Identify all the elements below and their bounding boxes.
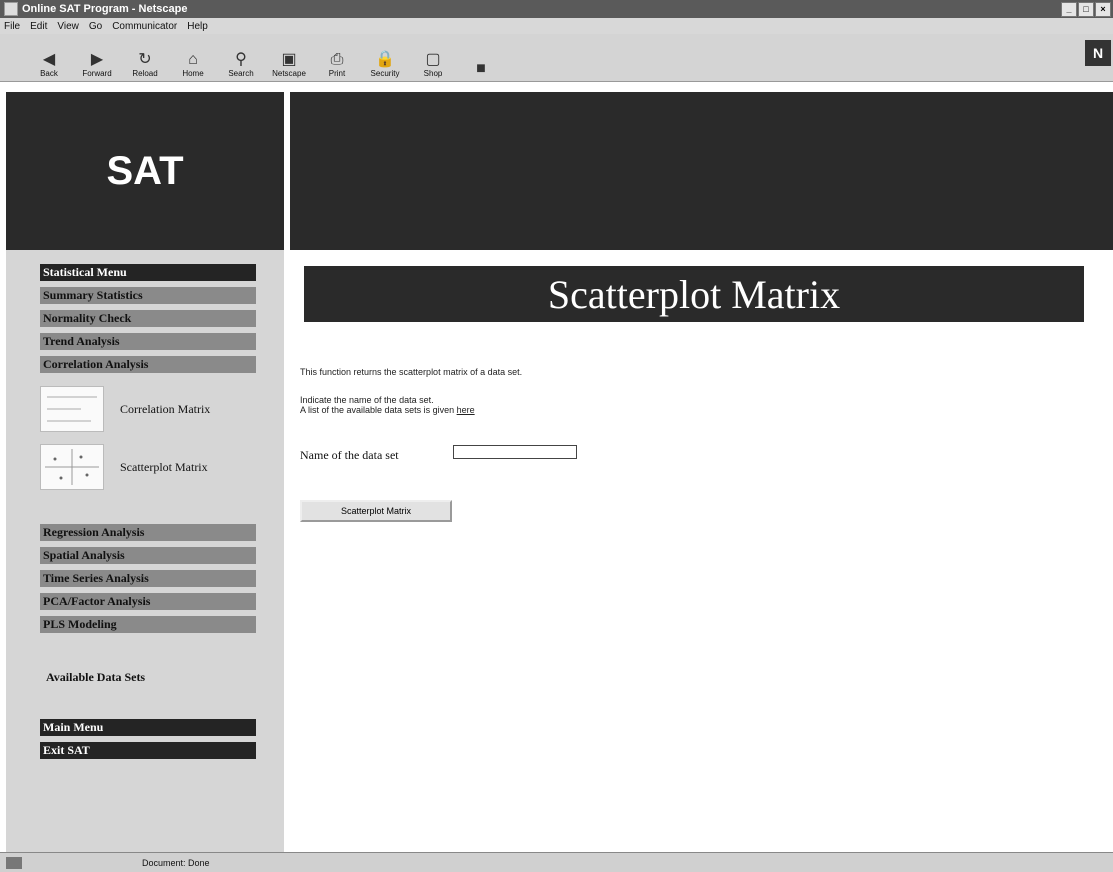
sidebar: Statistical Menu Summary Statistics Norm… <box>6 250 284 852</box>
menu-view[interactable]: View <box>57 21 79 32</box>
scatterplot-matrix-submit-button[interactable]: Scatterplot Matrix <box>300 500 452 522</box>
available-data-sets-link[interactable]: Available Data Sets <box>46 670 145 685</box>
search-icon: ⚲ <box>235 51 247 68</box>
netscape-logo[interactable]: N <box>1085 40 1111 66</box>
menu-bar: File Edit View Go Communicator Help <box>0 18 1113 34</box>
function-description: This function returns the scatterplot ma… <box>300 367 523 377</box>
page-content: SAT Statistical Menu Summary Statistics … <box>0 82 1113 852</box>
reload-button[interactable]: ↻ Reload <box>124 39 166 81</box>
sub-item-correlation-matrix[interactable]: Correlation Matrix <box>40 384 260 434</box>
window-title: Online SAT Program - Netscape <box>22 3 188 15</box>
sat-logo: SAT <box>6 92 284 250</box>
status-bar: Document: Done <box>0 852 1113 872</box>
home-button[interactable]: ⌂ Home <box>172 39 214 81</box>
security-icon: 🔒 <box>375 51 395 68</box>
main-menu-link[interactable]: Main Menu <box>40 719 256 736</box>
back-arrow-icon: ◀ <box>42 51 56 68</box>
menu-communicator[interactable]: Communicator <box>112 21 177 32</box>
page-title: Scatterplot Matrix <box>304 266 1084 322</box>
menu-edit[interactable]: Edit <box>30 21 47 32</box>
print-button[interactable]: ⎙ Print <box>316 39 358 81</box>
stop-icon: ■ <box>476 60 486 77</box>
menu-file[interactable]: File <box>4 21 20 32</box>
data-list-text: A list of the available data sets is giv… <box>300 405 475 415</box>
data-list-link[interactable]: here <box>457 405 475 415</box>
connection-status-icon <box>6 856 22 869</box>
exit-sat-link[interactable]: Exit SAT <box>40 742 256 759</box>
sidebar-item-pca-factor-analysis[interactable]: PCA/Factor Analysis <box>40 593 256 610</box>
correlation-matrix-thumbnail <box>40 386 104 432</box>
correlation-matrix-thumb-graphic <box>47 396 97 422</box>
forward-button[interactable]: ▶ Forward <box>76 39 118 81</box>
sidebar-item-pls-modeling[interactable]: PLS Modeling <box>40 616 256 633</box>
forward-arrow-icon: ▶ <box>90 51 104 68</box>
back-button[interactable]: ◀ Back <box>28 39 70 81</box>
statistical-menu-title: Statistical Menu <box>40 264 256 281</box>
sub-item-scatterplot-matrix[interactable]: Scatterplot Matrix <box>40 442 260 492</box>
navigation-toolbar: ◀ Back ▶ Forward ↻ Reload ⌂ Home ⚲ Search ▣ Ne… <box>0 34 1113 82</box>
status-text: Document: Done <box>142 857 210 868</box>
window-title-bar: Online SAT Program - Netscape _ □ × <box>0 0 1113 18</box>
security-button[interactable]: 🔒 Security <box>364 39 406 81</box>
menu-help[interactable]: Help <box>187 21 208 32</box>
dataset-name-label: Name of the data set <box>300 448 399 462</box>
maximize-button[interactable]: □ <box>1078 2 1094 17</box>
menu-go[interactable]: Go <box>89 21 102 32</box>
sidebar-item-normality-check[interactable]: Normality Check <box>40 310 256 327</box>
shop-button[interactable]: ▢ Shop <box>412 39 454 81</box>
dataset-name-input[interactable] <box>453 445 577 459</box>
browser-app-icon <box>4 2 18 16</box>
minimize-button[interactable]: _ <box>1061 2 1077 17</box>
home-icon: ⌂ <box>188 51 198 68</box>
sidebar-item-summary-statistics[interactable]: Summary Statistics <box>40 287 256 304</box>
sub-item-label: Scatterplot Matrix <box>120 459 208 474</box>
header-banner <box>290 92 1113 250</box>
stop-button[interactable]: ■ <box>460 39 502 81</box>
sidebar-item-correlation-analysis[interactable]: Correlation Analysis <box>40 356 256 373</box>
sidebar-item-time-series-analysis[interactable]: Time Series Analysis <box>40 570 256 587</box>
instruction-text: Indicate the name of the data set. <box>300 395 434 405</box>
netscape-icon: ▣ <box>281 51 297 68</box>
close-button[interactable]: × <box>1095 2 1111 17</box>
sidebar-item-trend-analysis[interactable]: Trend Analysis <box>40 333 256 350</box>
reload-icon: ↻ <box>138 51 152 68</box>
netscape-button[interactable]: ▣ Netscape <box>268 39 310 81</box>
search-button[interactable]: ⚲ Search <box>220 39 262 81</box>
sidebar-item-regression-analysis[interactable]: Regression Analysis <box>40 524 256 541</box>
scatterplot-matrix-thumbnail <box>40 444 104 490</box>
sub-item-label: Correlation Matrix <box>120 401 211 416</box>
shop-icon: ▢ <box>425 51 441 68</box>
data-list-prefix: A list of the available data sets is giv… <box>300 405 455 415</box>
window-controls: _ □ × <box>1061 2 1111 17</box>
scatterplot-matrix-thumb-graphic <box>45 449 99 485</box>
sidebar-item-spatial-analysis[interactable]: Spatial Analysis <box>40 547 256 564</box>
print-icon: ⎙ <box>330 51 344 68</box>
